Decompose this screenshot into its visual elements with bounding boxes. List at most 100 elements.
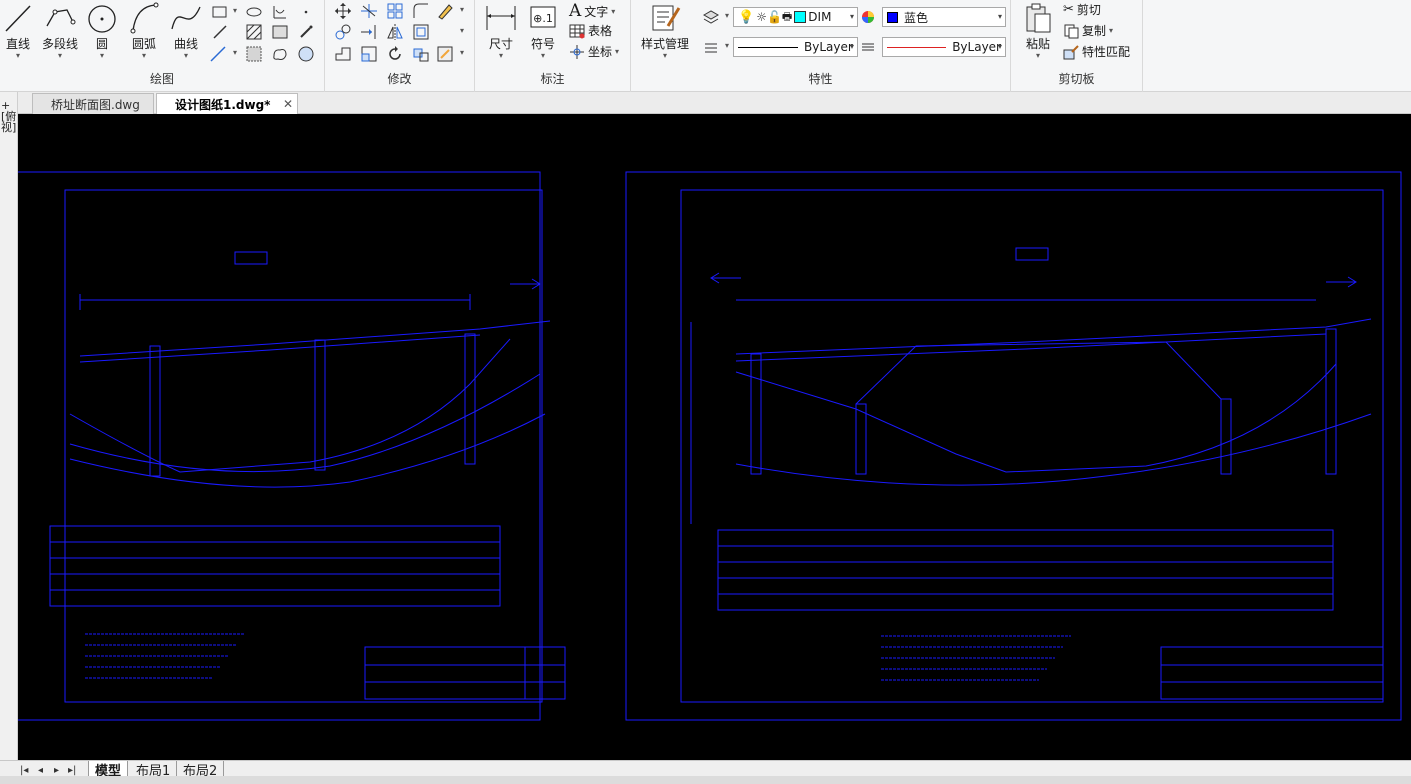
boundary-icon[interactable] [244, 44, 264, 64]
revcloud-icon[interactable] [270, 44, 290, 64]
move-icon[interactable] [333, 1, 353, 21]
annotate-panel-title: 标注 [540, 72, 565, 86]
table-button[interactable]: 表格 [569, 22, 612, 39]
ellipse-icon[interactable] [244, 2, 264, 22]
arc-button[interactable]: 圆弧 ▾ [126, 0, 162, 60]
right-sheet-profile-table [717, 529, 1334, 611]
layer-name: DIM [808, 10, 832, 24]
right-sheet-ground-profile [735, 363, 1337, 473]
rectangle-icon[interactable] [210, 2, 230, 22]
text-icon: A [569, 1, 582, 21]
dimension-button[interactable]: 尺寸 ▾ [483, 0, 519, 60]
curve-icon [171, 6, 201, 30]
prev-layout-icon[interactable]: ◂ [38, 765, 43, 776]
right-sheet-outer-frame [625, 171, 1402, 721]
layer-list-icon[interactable] [701, 37, 721, 57]
close-icon[interactable]: ✕ [283, 97, 293, 111]
offset-icon[interactable] [411, 22, 431, 42]
lineweight-icon[interactable] [860, 37, 880, 57]
layer-combo[interactable]: 💡 ☼ 🔓 🖶 DIM ▾ [733, 7, 858, 27]
array-icon[interactable] [385, 1, 405, 21]
curve-button[interactable]: 曲线 ▾ [168, 0, 204, 60]
polyline-label: 多段线 [41, 37, 78, 51]
symbol-button[interactable]: ⊕.1 符号 ▾ [525, 0, 561, 60]
right-sheet-pier [1325, 328, 1337, 475]
arc-label: 圆弧 [131, 37, 156, 51]
draw-panel: 直线 ▾ 多段线 ▾ 圆 ▾ 圆弧 ▾ 曲线 ▾ ▾ ▾ 绘图 [0, 0, 325, 92]
right-sheet-pier [855, 403, 867, 475]
explode-icon[interactable] [411, 44, 431, 64]
spline-edit-icon[interactable] [270, 2, 290, 22]
lineweight-value: ByLayer [952, 40, 1001, 54]
left-sheet-geology-line [69, 373, 541, 473]
drawing-canvas[interactable] [18, 114, 1411, 760]
clipboard-panel-title: 剪切板 [1058, 72, 1095, 86]
left-sheet-direction-arrow [510, 278, 541, 290]
ribbon: 直线 ▾ 多段线 ▾ 圆 ▾ 圆弧 ▾ 曲线 ▾ ▾ ▾ 绘图 ▾ ▾ ▾ 修改… [0, 0, 1411, 92]
tab-design-drawing[interactable]: 设计图纸1.dwg* ✕ [156, 93, 298, 114]
match-properties-button[interactable]: 特性匹配 [1063, 43, 1130, 60]
dimension-label: 尺寸 [488, 37, 513, 51]
linetype-combo[interactable]: ByLayer ▾ [733, 37, 858, 57]
left-sheet-inner-frame [64, 189, 543, 703]
point-icon[interactable] [296, 2, 316, 22]
circle-label: 圆 [95, 37, 108, 51]
paste-label: 粘贴 [1025, 37, 1050, 51]
annotate-panel: 尺寸 ▾ ⊕.1 符号 ▾ A 文字 ▾ 表格 坐标 ▾ 标注 [475, 0, 631, 92]
lock-icon: 🔓 [766, 10, 782, 24]
last-layout-icon[interactable]: ▸| [68, 765, 76, 776]
pencil-edit-icon[interactable] [435, 1, 455, 21]
circle-button[interactable]: 圆 ▾ [86, 0, 118, 60]
document-tabs-bar: 桥址断面图.dwg 设计图纸1.dwg* ✕ [0, 92, 1411, 114]
xline-icon[interactable] [210, 22, 230, 42]
linetype-value: ByLayer [804, 40, 853, 54]
color-combo[interactable]: 蓝色 ▾ [882, 7, 1006, 27]
paste-button[interactable]: 粘贴 ▾ [1021, 0, 1055, 60]
next-layout-icon[interactable]: ▸ [54, 765, 59, 776]
modify-panel: ▾ ▾ ▾ 修改 [325, 0, 475, 92]
symbol-icon: ⊕.1 [530, 6, 556, 28]
brush-icon[interactable] [296, 22, 316, 42]
table-icon [569, 24, 585, 38]
left-sheet-pier [149, 345, 161, 477]
view-label[interactable]: +[俯视] [1, 100, 16, 133]
rotate-icon[interactable] [385, 44, 405, 64]
draw-panel-title: 绘图 [149, 72, 174, 86]
right-sheet-deck-bottom [735, 333, 1327, 362]
polyline-button[interactable]: 多段线 ▾ [38, 0, 82, 60]
mirror-icon[interactable] [385, 22, 405, 42]
cut-label: 剪切 [1076, 3, 1101, 17]
lineweight-sample-icon [887, 46, 947, 48]
tab-bridge-section[interactable]: 桥址断面图.dwg [32, 93, 154, 114]
line-label: 直线 [5, 37, 30, 51]
right-sheet-inner-frame [680, 189, 1384, 703]
ray-icon[interactable] [208, 44, 228, 64]
first-layout-icon[interactable]: |◂ [20, 765, 28, 776]
style-manager-label: 样式管理 [640, 37, 689, 51]
scale-icon[interactable] [359, 44, 379, 64]
hatch-icon[interactable] [244, 22, 264, 42]
style-manager-button[interactable]: 样式管理 ▾ [637, 0, 693, 60]
stretch-icon[interactable] [333, 44, 353, 64]
coordinate-button[interactable]: 坐标 ▾ [569, 43, 619, 60]
extend-icon[interactable] [359, 22, 379, 42]
copy-object-icon[interactable] [333, 22, 353, 42]
right-sheet-pier [1220, 398, 1232, 475]
copy-button[interactable]: 复制 ▾ [1063, 22, 1113, 39]
line-button[interactable]: 直线 ▾ [2, 0, 34, 60]
trim-icon[interactable] [359, 1, 379, 21]
lineweight-combo[interactable]: ByLayer ▾ [882, 37, 1006, 57]
region-icon[interactable] [270, 22, 290, 42]
right-sheet-pier [750, 353, 762, 475]
layer-manager-icon[interactable] [701, 7, 721, 27]
fillet-icon[interactable] [411, 1, 431, 21]
coordinate-icon [570, 44, 584, 59]
text-button[interactable]: A 文字 ▾ [569, 1, 615, 21]
cut-button[interactable]: ✂ 剪切 [1063, 1, 1101, 18]
left-sheet-pier [464, 333, 476, 465]
left-sheet-outer-frame [18, 171, 541, 721]
color-wheel-icon[interactable] [860, 7, 880, 27]
coordinate-label: 坐标 [588, 45, 613, 59]
wipeout-icon[interactable] [296, 44, 316, 64]
properties-edit-icon[interactable] [435, 44, 455, 64]
